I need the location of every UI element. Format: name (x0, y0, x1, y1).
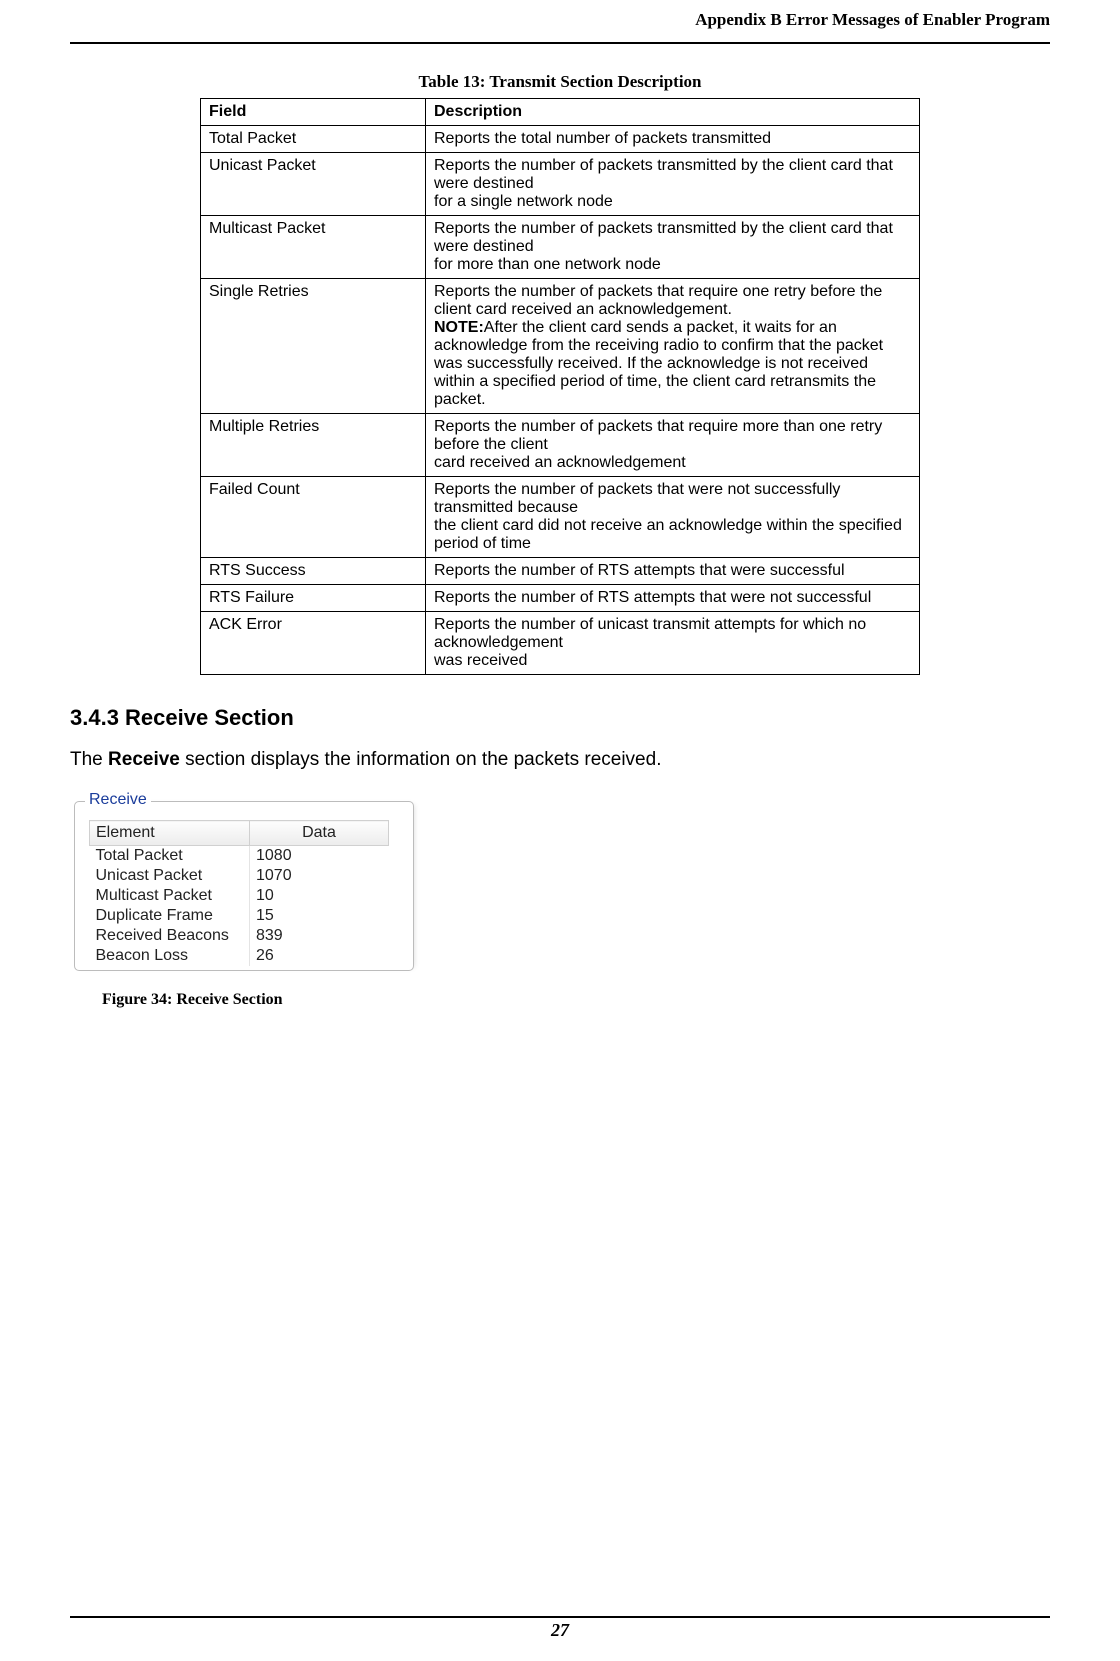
table-cell-desc: Reports the number of packets transmitte… (426, 216, 920, 279)
receive-cell-data: 15 (250, 906, 389, 926)
para-text-pre: The (70, 749, 108, 770)
receive-cell-element: Received Beacons (90, 926, 250, 946)
table-cell-field: Unicast Packet (201, 153, 426, 216)
table-row: Unicast Packet 1070 (90, 866, 389, 886)
table-row: Beacon Loss 26 (90, 946, 389, 966)
header-rule (70, 42, 1050, 44)
para-text-bold: Receive (108, 749, 180, 770)
table-cell-desc: Reports the number of packets that were … (426, 477, 920, 558)
receive-table-header-element: Element (90, 821, 250, 846)
single-retries-note: NOTE:After the client card sends a packe… (434, 319, 911, 409)
table-13-header-field: Field (201, 99, 426, 126)
table-13: Field Description Total Packet Reports t… (200, 98, 920, 675)
page-header-title: Appendix B Error Messages of Enabler Pro… (70, 10, 1050, 34)
page-number: 27 (70, 1620, 1050, 1641)
para-text-post: section displays the information on the … (180, 749, 662, 770)
table-cell-field: Multicast Packet (201, 216, 426, 279)
table-cell-desc: Reports the number of unicast transmit a… (426, 612, 920, 675)
table-row: RTS Success Reports the number of RTS at… (201, 558, 920, 585)
receive-cell-data: 1080 (250, 846, 389, 867)
table-row: RTS Failure Reports the number of RTS at… (201, 585, 920, 612)
receive-groupbox-legend: Receive (85, 791, 151, 809)
table-cell-field: ACK Error (201, 612, 426, 675)
receive-cell-element: Beacon Loss (90, 946, 250, 966)
table-row: Total Packet Reports the total number of… (201, 126, 920, 153)
receive-cell-element: Duplicate Frame (90, 906, 250, 926)
receive-cell-element: Multicast Packet (90, 886, 250, 906)
table-row: ACK Error Reports the number of unicast … (201, 612, 920, 675)
single-retries-line1: Reports the number of packets that requi… (434, 283, 911, 319)
table-cell-field: Total Packet (201, 126, 426, 153)
table-row: Failed Count Reports the number of packe… (201, 477, 920, 558)
table-cell-desc: Reports the number of RTS attempts that … (426, 558, 920, 585)
table-cell-field: Single Retries (201, 279, 426, 414)
table-cell-desc: Reports the number of packets that requi… (426, 279, 920, 414)
receive-cell-data: 10 (250, 886, 389, 906)
table-row: Multicast Packet Reports the number of p… (201, 216, 920, 279)
table-13-header-description: Description (426, 99, 920, 126)
receive-cell-data: 839 (250, 926, 389, 946)
table-13-caption: Table 13: Transmit Section Description (70, 72, 1050, 92)
page-footer: 27 (70, 1616, 1050, 1641)
receive-cell-data: 26 (250, 946, 389, 966)
table-cell-field: Failed Count (201, 477, 426, 558)
figure-34-caption: Figure 34: Receive Section (102, 991, 1050, 1009)
footer-rule (70, 1616, 1050, 1618)
receive-cell-element: Total Packet (90, 846, 250, 867)
receive-groupbox: Receive Element Data Total Packet 1080 U… (74, 801, 414, 971)
section-heading-receive: 3.4.3 Receive Section (70, 705, 1050, 731)
receive-table: Element Data Total Packet 1080 Unicast P… (89, 820, 389, 966)
table-row: Received Beacons 839 (90, 926, 389, 946)
receive-table-header-data: Data (250, 821, 389, 846)
table-row: Total Packet 1080 (90, 846, 389, 867)
table-cell-desc: Reports the number of RTS attempts that … (426, 585, 920, 612)
table-cell-field: RTS Failure (201, 585, 426, 612)
table-row: Multiple Retries Reports the number of p… (201, 414, 920, 477)
section-paragraph: The Receive section displays the informa… (70, 749, 1050, 771)
table-cell-field: Multiple Retries (201, 414, 426, 477)
table-row: Unicast Packet Reports the number of pac… (201, 153, 920, 216)
table-row: Single Retries Reports the number of pac… (201, 279, 920, 414)
table-row: Multicast Packet 10 (90, 886, 389, 906)
receive-cell-element: Unicast Packet (90, 866, 250, 886)
table-cell-field: RTS Success (201, 558, 426, 585)
table-cell-desc: Reports the total number of packets tran… (426, 126, 920, 153)
table-row: Duplicate Frame 15 (90, 906, 389, 926)
note-text: After the client card sends a packet, it… (434, 319, 883, 408)
note-label: NOTE: (434, 319, 484, 336)
table-cell-desc: Reports the number of packets that requi… (426, 414, 920, 477)
page-container: Appendix B Error Messages of Enabler Pro… (0, 0, 1120, 1661)
table-cell-desc: Reports the number of packets transmitte… (426, 153, 920, 216)
receive-cell-data: 1070 (250, 866, 389, 886)
